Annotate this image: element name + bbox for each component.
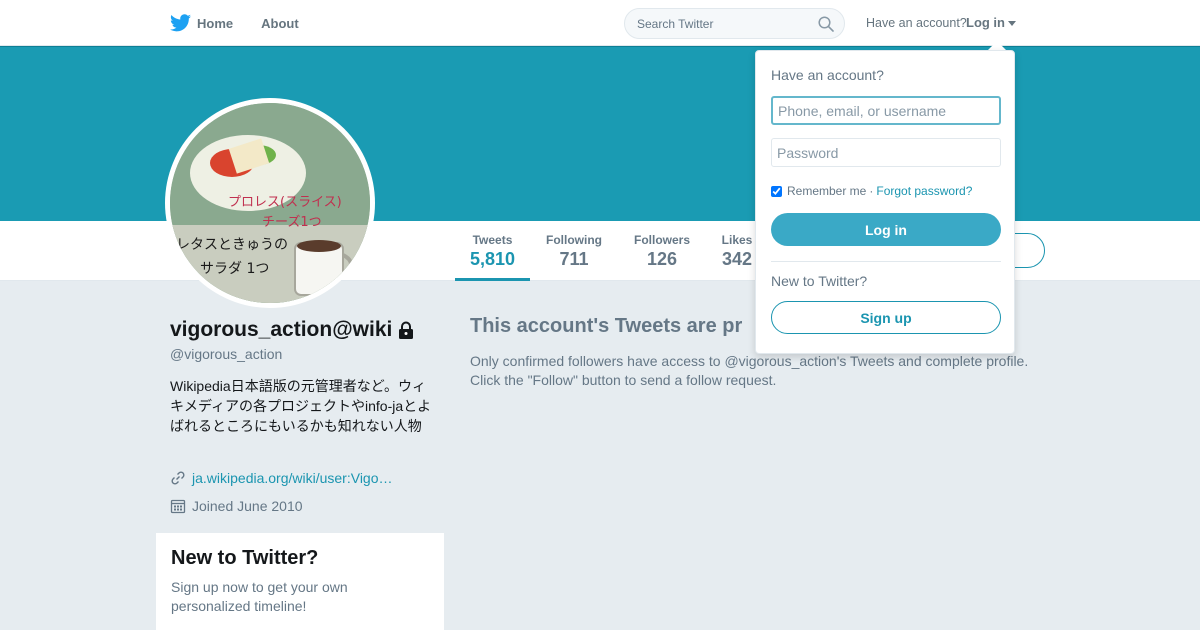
stat-label: Tweets xyxy=(472,233,513,247)
stat-likes[interactable]: Likes 342 xyxy=(721,233,753,270)
signup-card-title: New to Twitter? xyxy=(171,547,319,569)
stat-tweets[interactable]: Tweets 5,810 xyxy=(470,233,515,270)
remember-me-row: Remember me · Forgot password? xyxy=(771,184,972,198)
separator-dot: · xyxy=(869,184,874,198)
top-navigation-bar: Home About Search Twitter Have an accoun… xyxy=(0,0,1200,46)
login-dropdown-title: Have an account? xyxy=(771,67,884,83)
password-field[interactable] xyxy=(771,138,1001,167)
twitter-bird-icon xyxy=(170,14,191,32)
display-name-text: vigorous_action@wiki xyxy=(170,318,393,341)
login-dropdown-toggle[interactable]: Log in xyxy=(966,15,1016,30)
forgot-password-link[interactable]: Forgot password? xyxy=(876,184,972,198)
avatar-text-line4: サラダ 1つ xyxy=(200,261,269,277)
profile-joined-row: Joined June 2010 xyxy=(170,498,303,514)
stat-label: Followers xyxy=(633,233,690,247)
avatar-text-line3: レタスときゅうの xyxy=(176,237,288,253)
avatar-text-line1: プロレス(スライス) xyxy=(228,195,342,210)
nav-left: Home About xyxy=(170,0,327,46)
stat-value: 126 xyxy=(646,249,678,269)
stat-value: 711 xyxy=(559,249,589,269)
lock-icon xyxy=(399,321,414,339)
protected-account-title: This account's Tweets are pr xyxy=(470,315,743,337)
stat-following[interactable]: Following 711 xyxy=(545,233,603,270)
login-dropdown: Have an account? Remember me · Forgot pa… xyxy=(755,50,1015,354)
new-to-twitter-text: New to Twitter? xyxy=(771,273,868,289)
avatar[interactable]: プロレス(スライス) チーズ1つ レタスときゅうの サラダ 1つ xyxy=(165,98,375,308)
search-box[interactable]: Search Twitter xyxy=(624,8,845,39)
have-account-text: Have an account? xyxy=(866,16,967,30)
profile-url-link[interactable]: ja.wikipedia.org/wiki/user:Vigo… xyxy=(192,470,393,486)
dropdown-caret xyxy=(988,41,1006,50)
chevron-down-icon xyxy=(1008,21,1016,26)
search-input[interactable]: Search Twitter xyxy=(637,17,713,31)
avatar-image: プロレス(スライス) チーズ1つ レタスときゅうの サラダ 1つ xyxy=(170,103,370,303)
login-toggle-label: Log in xyxy=(966,15,1005,30)
profile-screen-name[interactable]: @vigorous_action xyxy=(170,346,282,362)
search-icon[interactable] xyxy=(818,16,834,32)
calendar-icon xyxy=(170,499,186,514)
link-icon xyxy=(171,471,185,485)
login-button[interactable]: Log in xyxy=(771,213,1001,246)
stat-label: Likes xyxy=(721,233,753,247)
stat-followers[interactable]: Followers 126 xyxy=(633,233,691,270)
stat-value: 5,810 xyxy=(470,249,516,269)
home-label: Home xyxy=(197,15,234,31)
stat-value: 342 xyxy=(721,249,753,269)
active-tab-indicator xyxy=(455,278,530,281)
home-link[interactable]: Home xyxy=(170,14,233,32)
remember-me-label[interactable]: Remember me xyxy=(787,184,866,198)
about-link[interactable]: About xyxy=(261,16,299,31)
profile-url-row: ja.wikipedia.org/wiki/user:Vigo… xyxy=(170,470,393,486)
avatar-text-line2: チーズ1つ xyxy=(262,214,322,230)
username-field[interactable] xyxy=(771,96,1001,125)
stat-label: Following xyxy=(546,233,602,247)
signup-promo-card: New to Twitter? Sign up now to get your … xyxy=(156,533,444,630)
profile-bio: Wikipedia日本語版の元管理者など。ウィキメディアの各プロジェクトやinf… xyxy=(170,378,432,434)
profile-display-name[interactable]: vigorous_action@wiki xyxy=(170,318,414,342)
protected-account-text: Only confirmed followers have access to … xyxy=(470,353,1029,388)
dropdown-divider xyxy=(771,261,1001,262)
joined-date: Joined June 2010 xyxy=(192,498,303,514)
avatar-picture: プロレス(スライス) チーズ1つ レタスときゅうの サラダ 1つ xyxy=(170,103,370,303)
remember-me-checkbox[interactable] xyxy=(771,185,782,197)
signup-button[interactable]: Sign up xyxy=(771,301,1001,334)
signup-card-text: Sign up now to get your own personalized… xyxy=(171,579,348,614)
